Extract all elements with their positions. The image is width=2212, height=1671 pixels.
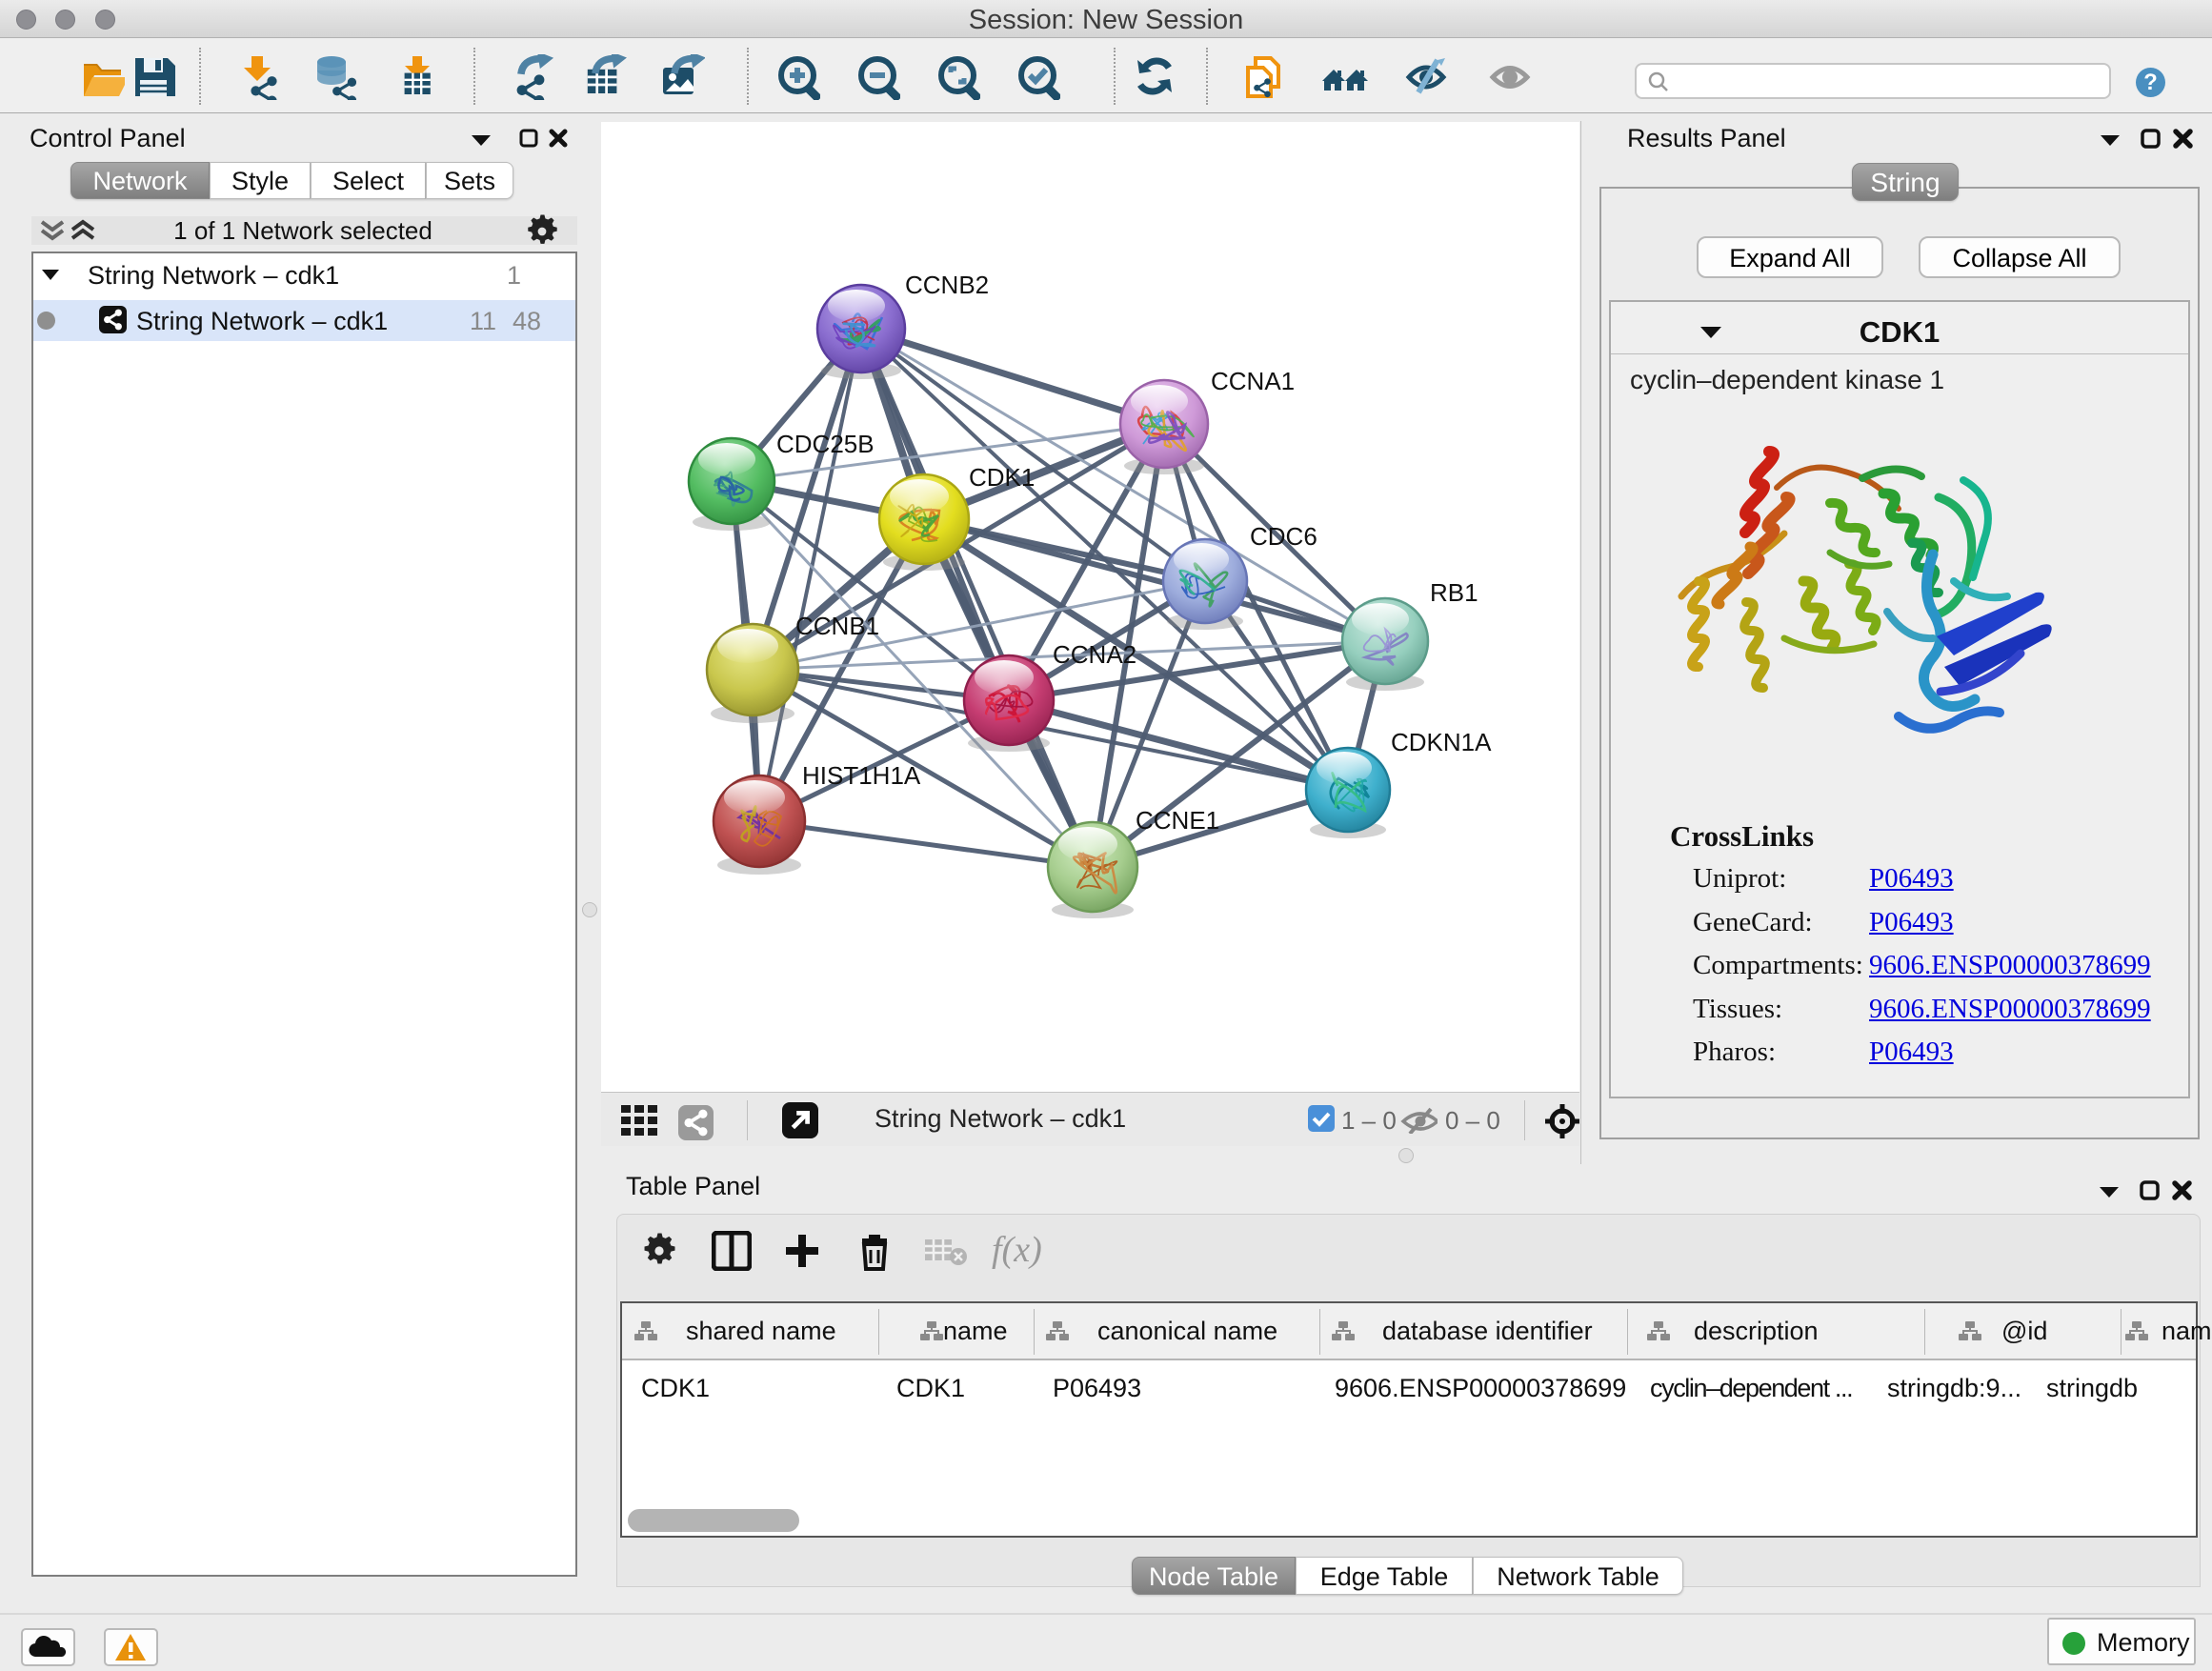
svg-text:HIST1H1A: HIST1H1A: [802, 761, 921, 790]
svg-text:CCNB2: CCNB2: [905, 271, 989, 299]
svg-text:CDKN1A: CDKN1A: [1391, 728, 1492, 756]
svg-text:CCNE1: CCNE1: [1136, 806, 1219, 835]
svg-text:CCNA2: CCNA2: [1053, 640, 1136, 669]
svg-text:CCNA1: CCNA1: [1211, 367, 1295, 395]
svg-text:CDC25B: CDC25B: [776, 430, 875, 458]
svg-text:CCNB1: CCNB1: [795, 612, 879, 640]
svg-text:CDK1: CDK1: [969, 463, 1035, 492]
svg-text:RB1: RB1: [1430, 578, 1478, 607]
svg-text:CDC6: CDC6: [1250, 522, 1317, 551]
